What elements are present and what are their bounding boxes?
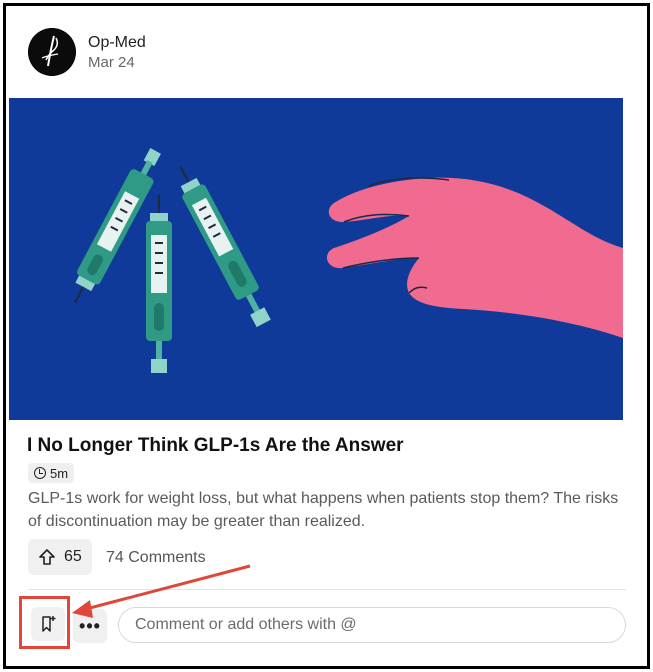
upvote-button[interactable]: 65 — [28, 539, 92, 575]
comment-input[interactable] — [118, 607, 626, 643]
post-meta: Op-Med Mar 24 — [88, 33, 146, 72]
bookmark-highlight-box — [19, 596, 70, 649]
op-med-logo-icon — [28, 28, 76, 76]
upvote-arrow-icon — [39, 549, 55, 565]
post-header: Op-Med Mar 24 — [28, 26, 146, 78]
post-date: Mar 24 — [88, 53, 135, 71]
read-time-badge: 5m — [28, 463, 75, 483]
syringes-and-hand-illustration — [9, 98, 623, 420]
hero-image[interactable] — [9, 98, 623, 420]
comments-link[interactable]: 74 Comments — [106, 549, 206, 567]
upvote-count: 65 — [64, 548, 82, 565]
author-avatar[interactable] — [28, 28, 76, 76]
clock-icon — [34, 467, 46, 479]
more-options-button[interactable]: ••• — [73, 609, 107, 643]
read-time-value: 5m — [50, 465, 69, 481]
divider — [28, 589, 626, 590]
author-name[interactable]: Op-Med — [88, 33, 146, 53]
post-title[interactable]: I No Longer Think GLP-1s Are the Answer — [27, 435, 404, 457]
post-description: GLP-1s work for weight loss, but what ha… — [28, 490, 619, 530]
post-card: Op-Med Mar 24 I No Longer Think GLP-1s A… — [3, 3, 650, 669]
